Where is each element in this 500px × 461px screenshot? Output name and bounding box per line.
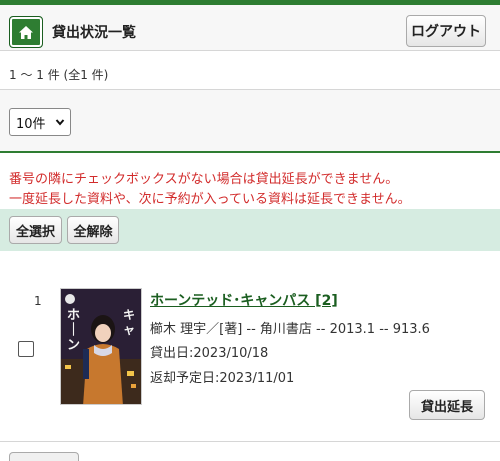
per-page-row: 10件 <box>0 90 500 153</box>
svg-text:ャ: ャ <box>123 323 135 337</box>
svg-text:ホ: ホ <box>67 308 80 323</box>
item-loan-date: 貸出日:2023/10/18 <box>150 346 269 361</box>
chevron-down-icon <box>55 119 65 126</box>
item-number: 1 <box>34 294 42 308</box>
item-title-link[interactable]: ホーンテッド･キャンパス [2] <box>150 290 338 310</box>
svg-text:ン: ン <box>67 338 80 353</box>
select-all-button[interactable]: 全選択 <box>9 216 62 244</box>
item-bibliographic-info: 櫛木 理宇／[著] -- 角川書店 -- 2013.1 -- 913.6 <box>150 322 430 337</box>
extension-notice: 番号の隣にチェックボックスがない場合は貸出延長ができません。 一度延長した資料や… <box>9 170 411 210</box>
per-page-value: 10件 <box>16 116 46 132</box>
svg-text:｜: ｜ <box>67 322 80 338</box>
clear-all-button[interactable]: 全解除 <box>67 216 119 244</box>
item-checkbox[interactable] <box>18 341 34 357</box>
per-page-select[interactable]: 10件 <box>9 108 71 136</box>
logout-button[interactable]: ログアウト <box>406 15 486 47</box>
result-count: 1 ～ 1 件 (全1 件) <box>9 68 109 82</box>
divider <box>0 441 500 442</box>
book-cover-image[interactable]: ホ ｜ ン キ ャ <box>60 288 142 405</box>
item-due-date: 返却予定日:2023/11/01 <box>150 371 295 386</box>
result-count-row: 1 ～ 1 件 (全1 件) <box>0 51 500 90</box>
notice-line-2: 一度延長した資料や、次に予約が入っている資料は延長できません。 <box>9 192 411 207</box>
home-icon <box>19 25 33 39</box>
page-header: 貸出状況一覧 ログアウト <box>0 5 500 51</box>
page-title: 貸出状況一覧 <box>52 25 136 41</box>
svg-text:キ: キ <box>123 308 135 322</box>
notice-line-1: 番号の隣にチェックボックスがない場合は貸出延長ができません。 <box>9 172 399 187</box>
bulk-action-bar: 全選択 全解除 <box>0 209 500 251</box>
bottom-button-partial[interactable] <box>9 452 79 461</box>
home-button[interactable] <box>9 16 43 48</box>
extend-loan-button[interactable]: 貸出延長 <box>409 390 485 420</box>
